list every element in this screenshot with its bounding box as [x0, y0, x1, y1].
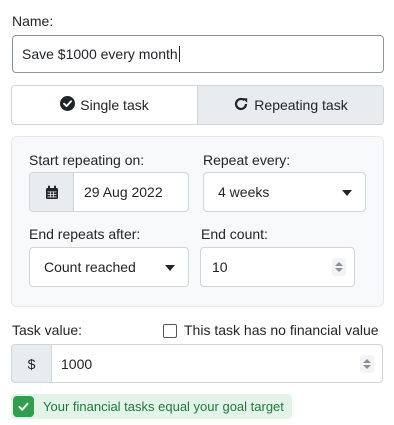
end-count-value: 10: [212, 259, 228, 275]
end-repeats-value: Count reached: [44, 259, 136, 275]
start-date-field[interactable]: 29 Aug 2022: [29, 172, 189, 212]
no-financial-value-label[interactable]: This task has no financial value: [184, 322, 379, 338]
start-date-label: Start repeating on:: [29, 152, 145, 168]
name-label: Name:: [12, 13, 54, 29]
task-type-toggle: Single task Repeating task: [11, 85, 384, 125]
number-stepper[interactable]: [332, 258, 346, 276]
task-value-label: Task value:: [12, 322, 83, 338]
name-input-value: Save $1000 every month: [22, 46, 178, 62]
end-count-label: End count:: [201, 226, 268, 242]
start-date-value: 29 Aug 2022: [84, 184, 163, 200]
single-task-button[interactable]: Single task: [12, 86, 197, 124]
name-input[interactable]: Save $1000 every month: [12, 35, 384, 73]
redo-icon: [233, 96, 249, 115]
task-value-input[interactable]: $ 1000: [11, 344, 383, 383]
goal-status-message: Your financial tasks equal your goal tar…: [43, 399, 284, 414]
goal-status-alert: Your financial tasks equal your goal tar…: [11, 394, 292, 419]
number-stepper[interactable]: [360, 354, 374, 373]
calendar-icon[interactable]: [30, 173, 74, 211]
end-repeats-label: End repeats after:: [29, 226, 141, 242]
repeat-every-value: 4 weeks: [218, 184, 270, 200]
repeating-task-label: Repeating task: [254, 97, 348, 113]
repeat-every-select[interactable]: 4 weeks: [203, 172, 366, 212]
task-value-amount: 1000: [61, 355, 93, 372]
end-count-input[interactable]: 10: [200, 247, 355, 287]
text-caret: [178, 46, 180, 62]
single-task-label: Single task: [80, 97, 149, 113]
check-circle-icon: [60, 96, 76, 114]
currency-addon: $: [12, 345, 52, 382]
no-financial-value-checkbox[interactable]: [163, 324, 177, 338]
repeat-every-label: Repeat every:: [203, 152, 291, 168]
chevron-down-icon: [165, 265, 175, 271]
repeat-settings-panel: Start repeating on: 29 Aug 2022 Repeat e…: [11, 136, 384, 307]
end-repeats-select[interactable]: Count reached: [29, 247, 189, 287]
check-icon: [13, 396, 34, 417]
repeating-task-button[interactable]: Repeating task: [197, 86, 383, 124]
chevron-down-icon: [342, 190, 352, 196]
